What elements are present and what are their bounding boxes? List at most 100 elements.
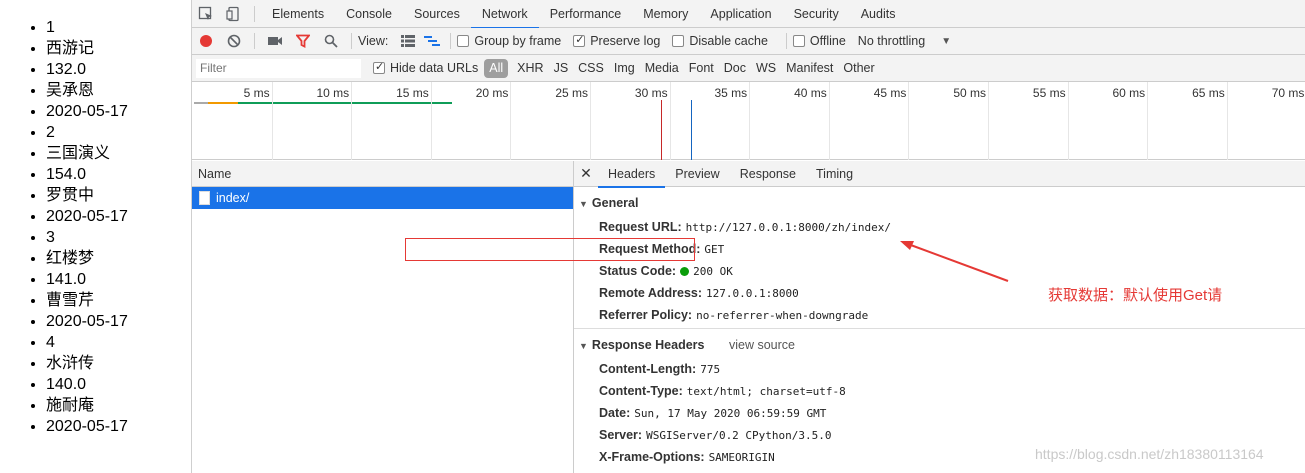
timeline-bar-download xyxy=(238,102,452,104)
filter-funnel-icon[interactable] xyxy=(289,27,317,55)
tab-application[interactable]: Application xyxy=(699,0,782,28)
device-toolbar-icon[interactable] xyxy=(220,0,248,28)
type-filter-media[interactable]: Media xyxy=(640,59,684,78)
devtools-tabs: Elements Console Sources Network Performance… xyxy=(261,0,907,29)
request-method-value: GET xyxy=(704,243,725,256)
response-header-value: WSGIServer/0.2 CPython/3.5.0 xyxy=(646,429,832,442)
request-url-row: Request URL: http://127.0.0.1:8000/zh/ind… xyxy=(599,220,891,234)
timeline-tick xyxy=(988,82,989,160)
tab-network[interactable]: Network xyxy=(470,0,539,29)
separator xyxy=(785,33,787,49)
detail-tab-headers[interactable]: Headers xyxy=(598,161,666,188)
filter-input[interactable] xyxy=(196,58,361,78)
detail-tab-timing[interactable]: Timing xyxy=(806,161,863,187)
request-list-header[interactable]: Name xyxy=(192,161,574,187)
response-header-key: Server: xyxy=(599,428,643,442)
timeline-tick xyxy=(669,82,671,160)
expand-triangle-icon[interactable]: ▼ xyxy=(579,341,588,351)
load-event-line xyxy=(661,100,662,160)
type-filter-css[interactable]: CSS xyxy=(573,59,609,78)
timeline-tick-label: 15 ms xyxy=(396,86,429,100)
checkbox-box[interactable] xyxy=(792,35,805,47)
timeline-bar-queue xyxy=(194,102,208,104)
type-filter-xhr[interactable]: XHR xyxy=(512,59,548,78)
timeline-tick-label: 45 ms xyxy=(873,86,907,100)
timeline-tick-label: 25 ms xyxy=(555,86,588,100)
record-icon[interactable] xyxy=(192,27,220,55)
request-url-key: Request URL: xyxy=(599,220,682,234)
group-by-frame-checkbox[interactable]: Group by frame xyxy=(457,34,561,48)
timeline-tick-label: 65 ms xyxy=(1192,86,1225,100)
offline-checkbox[interactable]: Offline xyxy=(792,34,846,48)
timeline-tick xyxy=(510,82,512,160)
response-header-key: Content-Type: xyxy=(599,384,683,398)
tab-console[interactable]: Console xyxy=(335,0,403,28)
page-content: 1西游记132.0吴承恩2020-05-172三国演义154.0罗贯中2020-… xyxy=(0,0,191,473)
request-list: index/ xyxy=(192,187,574,473)
timeline-tick-label: 60 ms xyxy=(1112,86,1146,100)
type-filter-manifest[interactable]: Manifest xyxy=(781,59,838,78)
list-item: 施耐庵 xyxy=(46,395,191,416)
type-filter-doc[interactable]: Doc xyxy=(719,59,751,78)
type-filter-all[interactable]: All xyxy=(484,58,509,78)
tab-performance[interactable]: Performance xyxy=(539,0,633,28)
clear-icon[interactable] xyxy=(220,27,248,55)
network-timeline-overview[interactable]: 5 ms 10 ms 15 ms 20 ms 25 ms 30 ms 35 ms 40 ms 4… xyxy=(192,82,1305,160)
headers-panel: ▼ General Request URL: http://127.0.0.1:80… xyxy=(574,187,1305,473)
resource-type-filters: All XHR JS CSS Img Media Font Doc WS Manifest Othe… xyxy=(484,58,879,78)
response-header-key: Content-Length: xyxy=(599,362,697,376)
referrer-policy-value: no-referrer-when-downgrade xyxy=(696,309,869,322)
type-filter-font[interactable]: Font xyxy=(684,59,719,78)
status-ok-dot-icon xyxy=(680,267,690,276)
detail-tab-preview[interactable]: Preview xyxy=(665,161,729,187)
checkbox-box[interactable] xyxy=(672,35,685,47)
screenshot-camera-icon[interactable] xyxy=(261,27,289,55)
expand-triangle-icon[interactable]: ▼ xyxy=(579,199,588,209)
checkbox-box-checked[interactable] xyxy=(573,33,586,47)
tab-audits[interactable]: Audits xyxy=(850,0,907,28)
request-row-index[interactable]: index/ xyxy=(192,187,573,209)
list-item: 罗贯中 xyxy=(46,185,191,206)
response-header-key: Date: xyxy=(599,406,631,420)
search-icon[interactable] xyxy=(317,27,345,55)
tab-memory[interactable]: Memory xyxy=(632,0,699,28)
timeline-tick xyxy=(590,82,591,160)
tab-sources[interactable]: Sources xyxy=(403,0,471,28)
timeline-tick-label: 30 ms xyxy=(634,86,668,100)
detail-tabs: Headers Preview Response Timing xyxy=(598,161,863,188)
type-filter-ws[interactable]: WS xyxy=(751,59,781,78)
timeline-tick-label: 50 ms xyxy=(953,86,986,100)
response-header-row: Server: WSGIServer/0.2 CPython/3.5.0 xyxy=(599,428,832,442)
type-filter-other[interactable]: Other xyxy=(838,59,879,78)
chevron-down-icon[interactable]: ▼ xyxy=(941,36,951,47)
request-method-highlight-box xyxy=(405,238,695,261)
view-source-link[interactable]: view source xyxy=(729,338,795,352)
throttling-select[interactable]: No throttling xyxy=(858,34,925,48)
large-rows-icon[interactable] xyxy=(396,27,420,55)
timeline-tick xyxy=(1226,82,1228,160)
request-name: index/ xyxy=(216,191,250,205)
type-filter-img[interactable]: Img xyxy=(609,59,640,78)
section-divider xyxy=(574,328,1305,329)
tab-security[interactable]: Security xyxy=(783,0,850,28)
list-item: 2020-05-17 xyxy=(46,101,191,122)
timeline-tick xyxy=(1067,82,1069,160)
disable-cache-checkbox[interactable]: Disable cache xyxy=(672,34,768,48)
status-code-row: Status Code: 200 OK xyxy=(599,264,733,278)
checkbox-box[interactable] xyxy=(457,35,470,47)
close-icon[interactable]: ✕ xyxy=(574,165,598,182)
inspect-element-icon[interactable] xyxy=(192,0,220,28)
request-url-value: http://127.0.0.1:8000/zh/index/ xyxy=(685,221,891,234)
detail-tab-response[interactable]: Response xyxy=(730,161,806,187)
response-headers-section-title[interactable]: ▼ Response Headers view source xyxy=(579,338,795,352)
tab-elements[interactable]: Elements xyxy=(261,0,335,28)
preserve-log-checkbox[interactable]: Preserve log xyxy=(573,33,661,48)
preserve-log-label: Preserve log xyxy=(590,34,661,48)
devtools-panel: Elements Console Sources Network Performance… xyxy=(191,0,1305,473)
hide-data-urls-checkbox[interactable]: Hide data URLs xyxy=(373,60,478,75)
general-section-title[interactable]: ▼ General xyxy=(579,196,638,210)
response-header-row: Content-Type: text/html; charset=utf-8 xyxy=(599,384,846,398)
type-filter-js[interactable]: JS xyxy=(549,59,574,78)
waterfall-overview-icon[interactable] xyxy=(420,27,444,55)
checkbox-box-checked[interactable] xyxy=(373,60,385,74)
